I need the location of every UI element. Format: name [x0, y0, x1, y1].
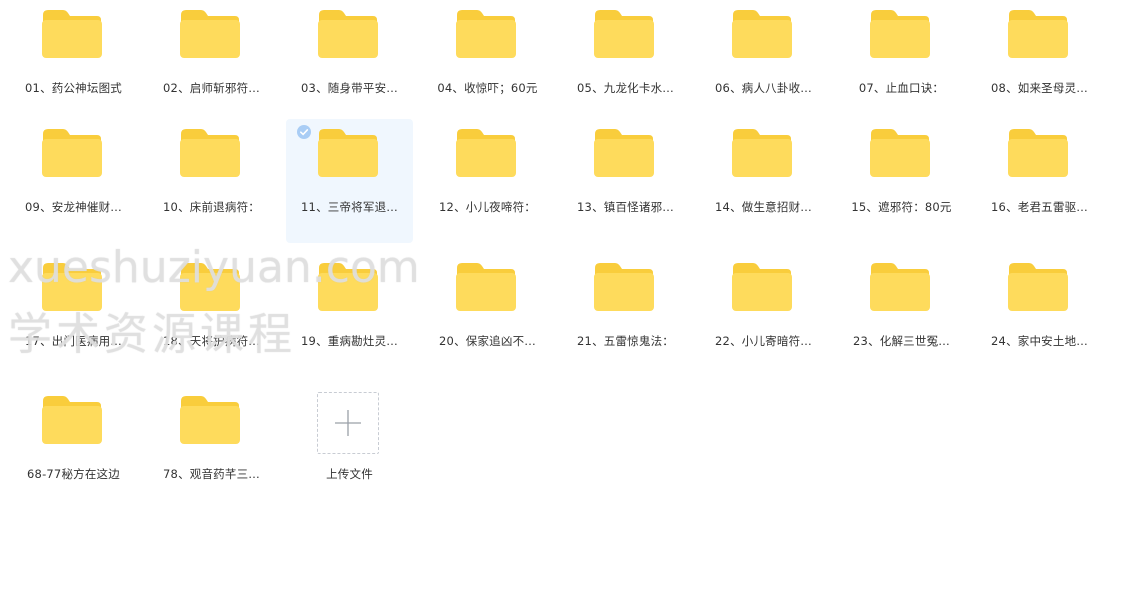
upload-file-button[interactable]: 上传文件	[286, 386, 413, 510]
folder-icon	[456, 129, 516, 177]
folder-item[interactable]: 11、三帝将军退…	[286, 119, 413, 243]
folder-icon	[594, 129, 654, 177]
folder-item[interactable]: 12、小儿夜啼符：	[424, 119, 551, 243]
file-grid: 01、药公神坛图式 02、启师斩邪符… 03、随身带平安… 04、收惊吓；60元 05、…	[0, 0, 1132, 597]
check-circle-icon[interactable]	[297, 125, 311, 139]
folder-icon	[456, 10, 516, 58]
folder-icon	[732, 263, 792, 311]
folder-icon	[42, 263, 102, 311]
folder-item[interactable]: 17、出门医病用…	[10, 253, 137, 377]
folder-item[interactable]: 06、病人八卦收…	[700, 0, 827, 124]
folder-label: 23、化解三世冤…	[853, 334, 950, 348]
folder-item[interactable]: 23、化解三世冤…	[838, 253, 965, 377]
folder-item[interactable]: 68-77秘方在这边	[10, 386, 137, 510]
folder-item[interactable]: 09、安龙神催财…	[10, 119, 137, 243]
folder-label: 18、天将护病符…	[163, 334, 260, 348]
folder-icon	[870, 263, 930, 311]
folder-icon	[42, 10, 102, 58]
folder-item[interactable]: 08、如来圣母灵…	[976, 0, 1103, 124]
folder-icon	[180, 396, 240, 444]
folder-label: 24、家中安土地…	[991, 334, 1088, 348]
folder-item[interactable]: 10、床前退病符：	[148, 119, 275, 243]
folder-item[interactable]: 21、五雷惊鬼法：	[562, 253, 689, 377]
folder-item[interactable]: 16、老君五雷驱…	[976, 119, 1103, 243]
folder-label: 17、出门医病用…	[25, 334, 122, 348]
folder-icon	[870, 129, 930, 177]
folder-icon	[318, 10, 378, 58]
folder-item[interactable]: 04、收惊吓；60元	[424, 0, 551, 124]
folder-item[interactable]: 15、遮邪符：80元	[838, 119, 965, 243]
folder-icon	[180, 263, 240, 311]
folder-icon	[456, 263, 516, 311]
folder-label: 20、保家追凶不…	[439, 334, 536, 348]
folder-label: 13、镇百怪诸邪…	[577, 200, 674, 214]
folder-label: 22、小儿寄暗符…	[715, 334, 812, 348]
folder-icon	[42, 129, 102, 177]
folder-icon	[594, 10, 654, 58]
folder-label: 02、启师斩邪符…	[163, 81, 260, 95]
folder-item[interactable]: 05、九龙化卡水…	[562, 0, 689, 124]
folder-item[interactable]: 02、启师斩邪符…	[148, 0, 275, 124]
folder-item[interactable]: 24、家中安土地…	[976, 253, 1103, 377]
folder-icon	[1008, 129, 1068, 177]
folder-item[interactable]: 19、重病勘灶灵…	[286, 253, 413, 377]
folder-icon	[870, 10, 930, 58]
folder-label: 14、做生意招财…	[715, 200, 812, 214]
folder-label: 04、收惊吓；60元	[437, 81, 538, 95]
folder-item[interactable]: 03、随身带平安…	[286, 0, 413, 124]
folder-label: 78、观音药芊三…	[163, 467, 260, 481]
folder-item[interactable]: 22、小儿寄暗符…	[700, 253, 827, 377]
folder-item[interactable]: 07、止血口诀：	[838, 0, 965, 124]
folder-icon	[42, 396, 102, 444]
folder-label: 11、三帝将军退…	[301, 200, 398, 214]
folder-icon	[732, 129, 792, 177]
folder-item[interactable]: 18、天将护病符…	[148, 253, 275, 377]
folder-icon	[318, 263, 378, 311]
folder-icon	[1008, 10, 1068, 58]
folder-label: 07、止血口诀：	[858, 81, 945, 95]
folder-item[interactable]: 20、保家追凶不…	[424, 253, 551, 377]
folder-icon	[318, 129, 378, 177]
folder-label: 05、九龙化卡水…	[577, 81, 674, 95]
folder-icon	[594, 263, 654, 311]
folder-icon	[180, 129, 240, 177]
upload-dropzone[interactable]	[317, 392, 379, 454]
folder-item[interactable]: 14、做生意招财…	[700, 119, 827, 243]
folder-label: 08、如来圣母灵…	[991, 81, 1088, 95]
folder-label: 12、小儿夜啼符：	[439, 200, 536, 214]
folder-icon	[732, 10, 792, 58]
folder-label: 19、重病勘灶灵…	[301, 334, 398, 348]
folder-label: 01、药公神坛图式	[25, 81, 122, 95]
folder-label: 16、老君五雷驱…	[991, 200, 1088, 214]
folder-icon	[1008, 263, 1068, 311]
folder-item[interactable]: 78、观音药芊三…	[148, 386, 275, 510]
folder-label: 21、五雷惊鬼法：	[577, 334, 674, 348]
folder-label: 68-77秘方在这边	[27, 467, 120, 481]
plus-icon	[335, 410, 361, 436]
folder-label: 06、病人八卦收…	[715, 81, 812, 95]
folder-item[interactable]: 13、镇百怪诸邪…	[562, 119, 689, 243]
folder-item[interactable]: 01、药公神坛图式	[10, 0, 137, 124]
folder-label: 10、床前退病符：	[163, 200, 260, 214]
folder-label: 09、安龙神催财…	[25, 200, 122, 214]
folder-icon	[180, 10, 240, 58]
folder-label: 15、遮邪符：80元	[851, 200, 952, 214]
upload-label: 上传文件	[326, 467, 373, 481]
folder-label: 03、随身带平安…	[301, 81, 398, 95]
